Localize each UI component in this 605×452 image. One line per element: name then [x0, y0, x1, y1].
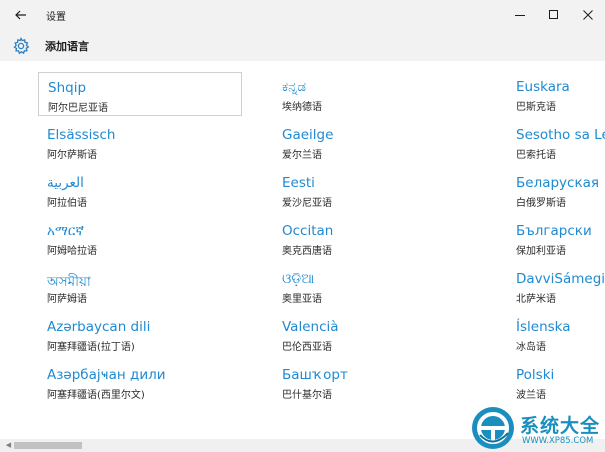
language-description: 巴斯克语	[516, 102, 556, 113]
language-description: 埃纳德语	[282, 102, 322, 113]
language-description: 阿塞拜疆语(西里尔文)	[47, 390, 145, 401]
language-item[interactable]: Shqip 阿尔巴尼亚语	[38, 72, 242, 116]
language-description: 奥里亚语	[282, 294, 322, 305]
language-item[interactable]: አማርኛ 阿姆哈拉语	[38, 216, 242, 260]
title-bar: 设置	[0, 0, 605, 30]
language-item[interactable]: অসমীয়া 阿萨姆语	[38, 264, 242, 308]
language-name: Occitan	[282, 223, 334, 239]
gear-icon	[12, 36, 30, 55]
language-name: Eesti	[282, 175, 315, 191]
language-name: ಕನ್ನಡ	[282, 79, 307, 95]
language-name: Shqip	[48, 80, 87, 96]
language-name: Азәрбајҹан дили	[47, 367, 166, 383]
language-name: Azərbaycan dili	[47, 319, 151, 335]
language-name: ଓଡ଼ିଆ	[282, 271, 315, 287]
page-title: 添加语言	[45, 39, 89, 53]
language-item[interactable]: Азәрбајҹан дили 阿塞拜疆语(西里尔文)	[38, 360, 242, 404]
language-description: 保加利亚语	[516, 246, 566, 257]
language-description: 白俄罗斯语	[516, 198, 566, 209]
language-name: Euskara	[516, 79, 570, 95]
language-item[interactable]: ಕನ್ನಡ 埃纳德语	[273, 72, 477, 116]
language-name: Íslenska	[516, 319, 571, 335]
scroll-left-icon[interactable]: ◀	[4, 441, 13, 450]
title-left: 设置	[10, 0, 66, 30]
language-name: Elsässisch	[47, 127, 116, 143]
language-item[interactable]: Valencià 巴伦西亚语	[273, 312, 477, 356]
language-name: Български	[516, 223, 592, 239]
language-item[interactable]: Occitan 奥克西唐语	[273, 216, 477, 260]
close-button[interactable]	[571, 0, 605, 30]
language-description: 冰岛语	[516, 342, 546, 353]
language-item[interactable]: العربية 阿拉伯语	[38, 168, 242, 212]
close-icon	[583, 10, 593, 20]
language-item[interactable]: Беларуская 白俄罗斯语	[507, 168, 605, 212]
language-name: Valencià	[282, 319, 339, 335]
language-description: 北萨米语	[516, 294, 556, 305]
language-description: 阿尔巴尼亚语	[48, 103, 108, 114]
back-button[interactable]	[10, 4, 32, 26]
language-name: Sesotho sa Le	[516, 127, 605, 143]
watermark-brand: 系统大全	[520, 415, 601, 437]
window-controls	[503, 0, 605, 30]
language-item[interactable]: Eesti 爱沙尼亚语	[273, 168, 477, 212]
watermark-url: WWW.XP85.COM	[522, 436, 594, 446]
language-item[interactable]: Euskara 巴斯克语	[507, 72, 605, 116]
scroll-thumb[interactable]	[14, 442, 82, 449]
language-description: 爱尔兰语	[282, 150, 322, 161]
language-description: 阿尔萨斯语	[47, 150, 97, 161]
language-grid: Shqip 阿尔巴尼亚语 Elsässisch 阿尔萨斯语 العربية 阿拉…	[0, 61, 605, 439]
language-item[interactable]: Íslenska 冰岛语	[507, 312, 605, 356]
minimize-icon	[515, 15, 525, 16]
language-description: 爱沙尼亚语	[282, 198, 332, 209]
language-description: 阿拉伯语	[47, 198, 87, 209]
language-description: 巴伦西亚语	[282, 342, 332, 353]
language-item[interactable]: Sesotho sa Le 巴索托语	[507, 120, 605, 164]
language-description: 波兰语	[516, 390, 546, 401]
language-description: 阿塞拜疆语(拉丁语)	[47, 342, 135, 353]
language-description: 阿姆哈拉语	[47, 246, 97, 257]
language-item[interactable]: ଓଡ଼ିଆ 奥里亚语	[273, 264, 477, 308]
watermark-logo-icon	[472, 407, 514, 449]
language-description: 阿萨姆语	[47, 294, 87, 305]
window-title: 设置	[46, 11, 66, 23]
language-name: Polski	[516, 367, 555, 383]
language-item[interactable]: DavviSámegi 北萨米语	[507, 264, 605, 308]
language-item[interactable]: Башҡорт 巴什基尔语	[273, 360, 477, 404]
language-description: 巴索托语	[516, 150, 556, 161]
language-description: 巴什基尔语	[282, 390, 332, 401]
maximize-button[interactable]	[537, 0, 571, 30]
minimize-button[interactable]	[503, 0, 537, 30]
language-name: العربية	[47, 175, 84, 191]
back-arrow-icon	[15, 10, 26, 20]
language-name: DavviSámegi	[516, 271, 605, 287]
watermark: 系统大全 WWW.XP85.COM	[470, 405, 605, 452]
settings-window: 设置 添加语言 Shqip 阿尔巴尼亚语 Elsässisch 阿尔萨斯语 ال…	[0, 0, 605, 452]
language-name: አማርኛ	[47, 223, 84, 239]
language-name: Gaeilge	[282, 127, 334, 143]
maximize-icon	[549, 10, 558, 19]
page-header: 添加语言	[0, 30, 605, 61]
language-name: Беларуская	[516, 175, 599, 191]
language-item[interactable]: Polski 波兰语	[507, 360, 605, 404]
language-item[interactable]: Български 保加利亚语	[507, 216, 605, 260]
language-name: Башҡорт	[282, 367, 348, 383]
language-description: 奥克西唐语	[282, 246, 332, 257]
language-item[interactable]: Azərbaycan dili 阿塞拜疆语(拉丁语)	[38, 312, 242, 356]
language-item[interactable]: Gaeilge 爱尔兰语	[273, 120, 477, 164]
language-item[interactable]: Elsässisch 阿尔萨斯语	[38, 120, 242, 164]
